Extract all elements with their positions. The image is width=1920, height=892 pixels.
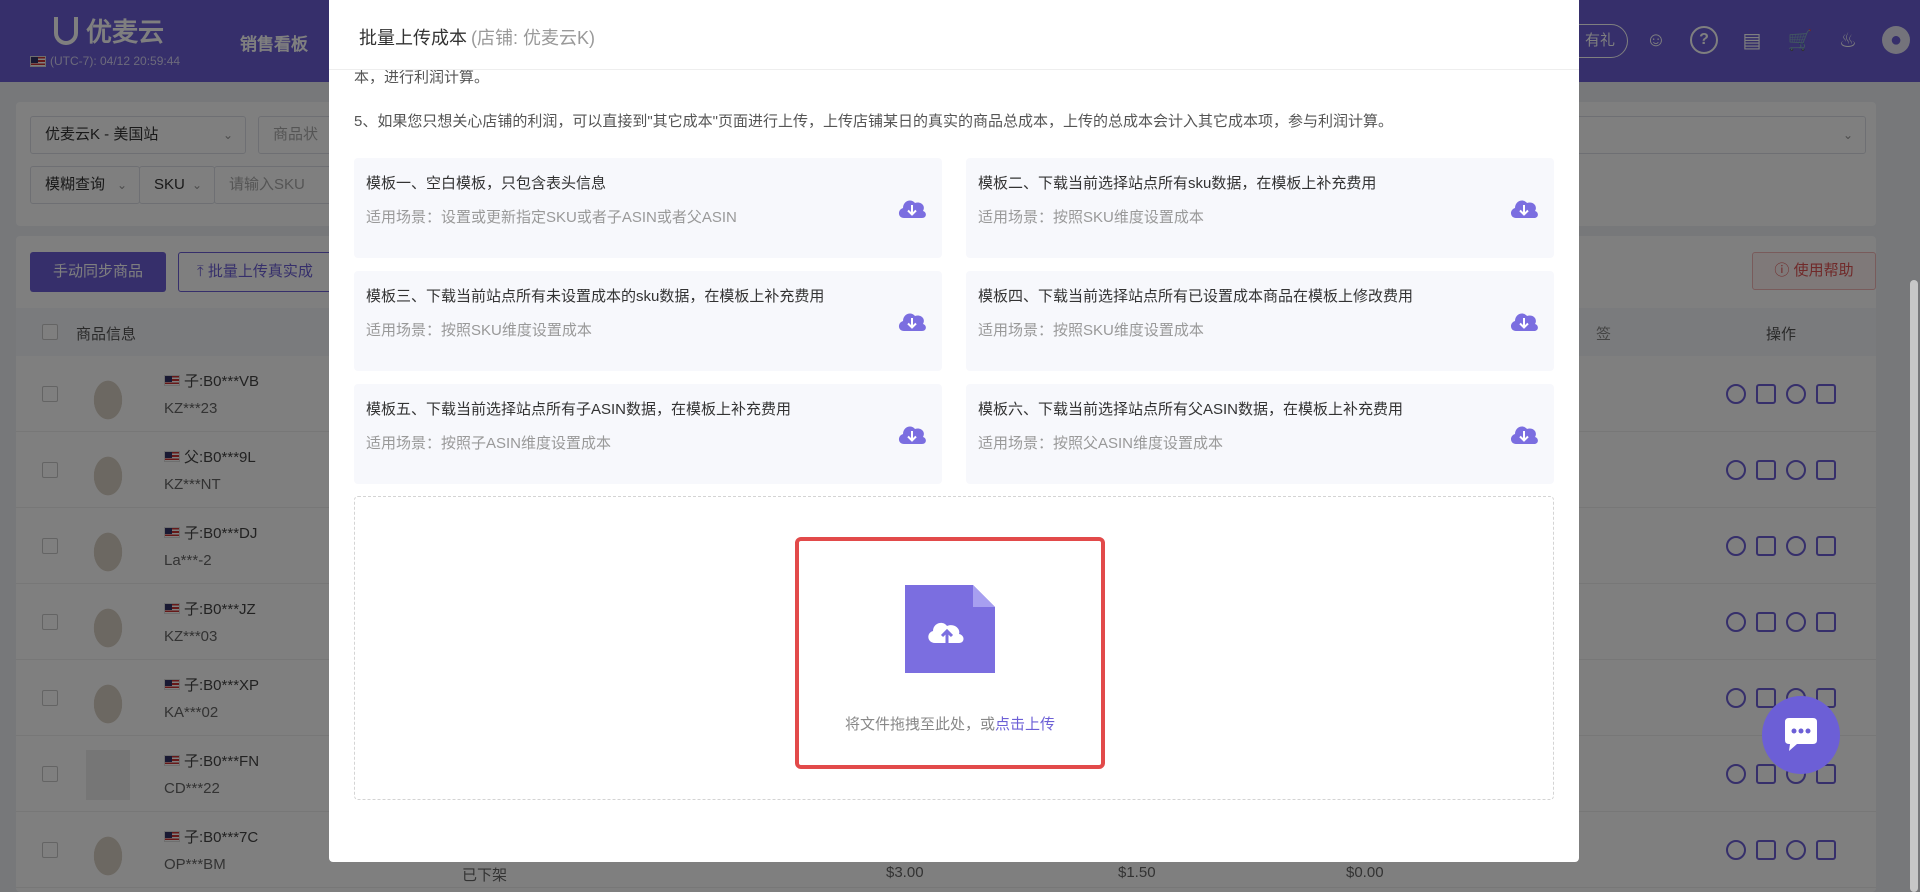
upload-highlight-box: 将文件拖拽至此处，或点击上传 <box>795 537 1105 769</box>
template-desc: 适用场景：设置或更新指定SKU或者子ASIN或者父ASIN <box>366 209 737 226</box>
chat-bubble-icon <box>1785 718 1817 751</box>
cloud-download-icon[interactable] <box>896 307 928 335</box>
template-title: 模板二、下载当前选择站点所有sku数据，在模板上补充费用 <box>978 175 1377 192</box>
template-card-4[interactable]: 模板四、下载当前选择站点所有已设置成本商品在模板上修改费用 适用场景：按照SKU… <box>966 271 1554 371</box>
batch-upload-cost-dialog: 批量上传成本 (店铺: 优麦云K) 本，进行利润计算。 5、如果您只想关心店铺的利… <box>329 0 1579 862</box>
file-upload-icon[interactable] <box>905 585 995 673</box>
template-desc: 适用场景：按照子ASIN维度设置成本 <box>366 435 612 452</box>
drop-hint: 将文件拖拽至此处，或点击上传 <box>799 713 1101 734</box>
template-title: 模板三、下载当前站点所有未设置成本的sku数据，在模板上补充费用 <box>366 288 825 305</box>
dialog-title: 批量上传成本 (店铺: 优麦云K) <box>359 24 595 50</box>
template-card-2[interactable]: 模板二、下载当前选择站点所有sku数据，在模板上补充费用 适用场景：按照SKU维… <box>966 158 1554 258</box>
cloud-download-icon[interactable] <box>1508 420 1540 448</box>
template-title: 模板一、空白模板，只包含表头信息 <box>366 175 607 192</box>
click-upload-link[interactable]: 点击上传 <box>995 716 1055 733</box>
instruction-note-5: 5、如果您只想关心店铺的利润，可以直接到"其它成本"页面进行上传，上传店铺某日的… <box>354 113 1393 130</box>
template-desc: 适用场景：按照SKU维度设置成本 <box>978 209 1204 226</box>
template-card-3[interactable]: 模板三、下载当前站点所有未设置成本的sku数据，在模板上补充费用 适用场景：按照… <box>354 271 942 371</box>
dialog-header: 批量上传成本 (店铺: 优麦云K) <box>329 0 1579 70</box>
template-title: 模板五、下载当前选择站点所有子ASIN数据，在模板上补充费用 <box>366 401 792 418</box>
drop-hint-text: 将文件拖拽至此处，或 <box>844 716 995 733</box>
dialog-title-text: 批量上传成本 <box>359 28 467 48</box>
dialog-store-label: (店铺: 优麦云K) <box>471 28 595 48</box>
template-desc: 适用场景：按照SKU维度设置成本 <box>978 322 1204 339</box>
chat-button[interactable] <box>1762 696 1840 774</box>
cloud-download-icon[interactable] <box>896 420 928 448</box>
template-card-1[interactable]: 模板一、空白模板，只包含表头信息 适用场景：设置或更新指定SKU或者子ASIN或… <box>354 158 942 258</box>
cloud-download-icon[interactable] <box>896 194 928 222</box>
template-title: 模板六、下载当前选择站点所有父ASIN数据，在模板上补充费用 <box>978 401 1404 418</box>
template-card-6[interactable]: 模板六、下载当前选择站点所有父ASIN数据，在模板上补充费用 适用场景：按照父A… <box>966 384 1554 484</box>
template-desc: 适用场景：按照SKU维度设置成本 <box>366 322 592 339</box>
cloud-download-icon[interactable] <box>1508 194 1540 222</box>
page-scrollbar[interactable] <box>1910 280 1918 892</box>
template-desc: 适用场景：按照父ASIN维度设置成本 <box>978 435 1224 452</box>
file-drop-zone[interactable]: 将文件拖拽至此处，或点击上传 <box>354 496 1554 800</box>
template-title: 模板四、下载当前选择站点所有已设置成本商品在模板上修改费用 <box>978 288 1414 305</box>
cloud-download-icon[interactable] <box>1508 307 1540 335</box>
template-card-5[interactable]: 模板五、下载当前选择站点所有子ASIN数据，在模板上补充费用 适用场景：按照子A… <box>354 384 942 484</box>
